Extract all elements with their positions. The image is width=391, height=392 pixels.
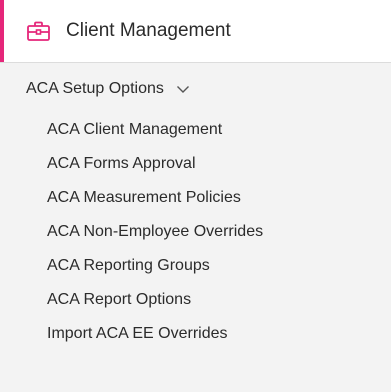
menu-item-aca-client-management[interactable]: ACA Client Management (0, 113, 263, 147)
section-title: Client Management (66, 20, 231, 41)
menu-item-import-aca-ee-overrides[interactable]: Import ACA EE Overrides (0, 317, 263, 351)
submenu-panel: ACA Setup Options ACA Client Management … (0, 63, 391, 392)
menu-item-aca-measurement-policies[interactable]: ACA Measurement Policies (0, 181, 263, 215)
menu-item-aca-reporting-groups[interactable]: ACA Reporting Groups (0, 249, 263, 283)
menu-item-aca-non-employee-overrides[interactable]: ACA Non-Employee Overrides (0, 215, 263, 249)
chevron-down-icon (176, 85, 189, 93)
section-header[interactable]: Client Management (0, 0, 391, 63)
aca-setup-options-toggle[interactable]: ACA Setup Options (26, 78, 190, 100)
submenu-list: ACA Client Management ACA Forms Approval… (0, 113, 263, 351)
group-label: ACA Setup Options (26, 80, 164, 97)
active-indicator (0, 0, 4, 62)
briefcase-icon (27, 21, 50, 41)
menu-item-aca-forms-approval[interactable]: ACA Forms Approval (0, 147, 263, 181)
menu-item-aca-report-options[interactable]: ACA Report Options (0, 283, 263, 317)
